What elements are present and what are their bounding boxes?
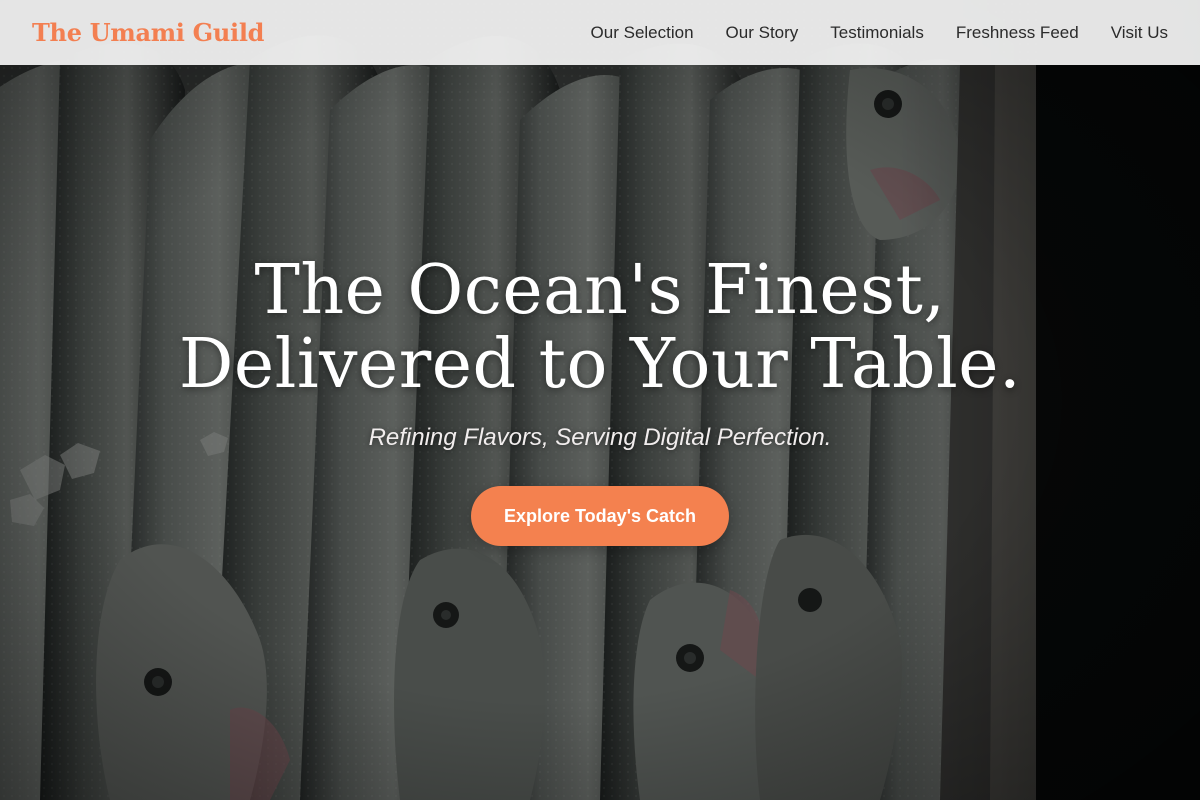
landing-page: The Umami Guild Our Selection Our Story … [0,0,1200,800]
brand-logo-link[interactable]: The Umami Guild [32,18,264,47]
nav-link-our-selection[interactable]: Our Selection [591,23,694,43]
nav-link-freshness-feed[interactable]: Freshness Feed [956,23,1079,43]
hero-title-line-1: The Ocean's Finest, [254,251,946,330]
nav-link-our-story[interactable]: Our Story [726,23,799,43]
hero-section: The Ocean's Finest, Delivered to Your Ta… [0,0,1200,800]
hero-subtitle: Refining Flavors, Serving Digital Perfec… [368,424,832,451]
hero-title-line-2: Delivered to Your Table. [178,325,1022,404]
explore-catch-button[interactable]: Explore Today's Catch [471,486,729,546]
main-nav: Our Selection Our Story Testimonials Fre… [591,23,1168,43]
nav-link-visit-us[interactable]: Visit Us [1111,23,1168,43]
hero-title: The Ocean's Finest, Delivered to Your Ta… [179,254,1021,402]
nav-link-testimonials[interactable]: Testimonials [830,23,924,43]
top-navbar: The Umami Guild Our Selection Our Story … [0,0,1200,65]
